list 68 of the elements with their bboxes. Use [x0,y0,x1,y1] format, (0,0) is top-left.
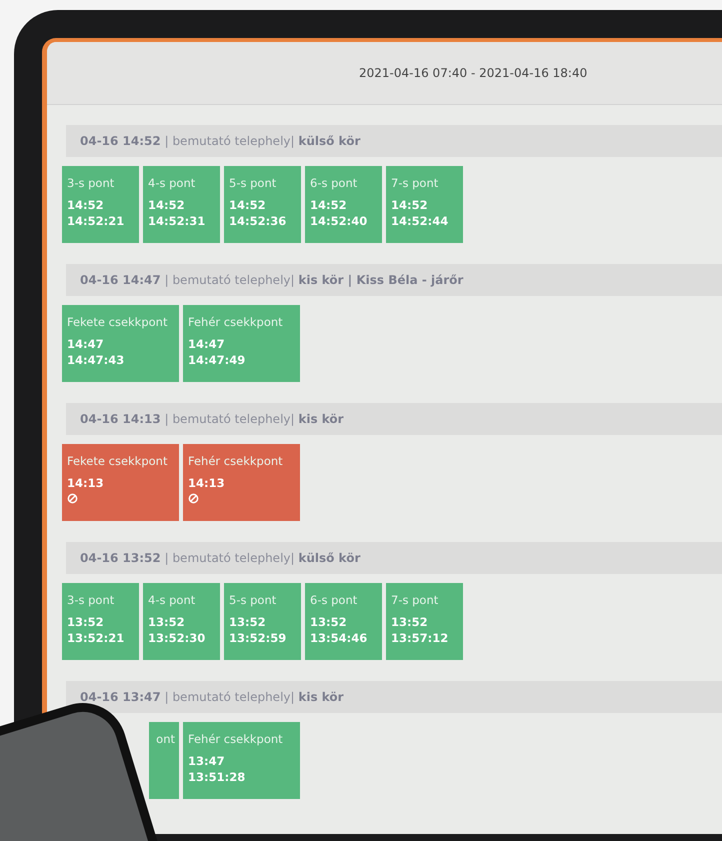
checkpoint-name: 3-s pont [67,593,116,607]
round-title: 04-16 14:47 | bemutató telephely| kis kör | Kiss Béla - járőr [80,273,464,287]
checked-time: 13:57:12 [391,630,450,646]
round-title: 04-16 14:52 | bemutató telephely| külső kör [80,134,360,148]
round-title: 04-16 13:47 | bemutató telephely| kis kör [80,690,344,704]
checkpoint-tile[interactable]: 4-s pont 14:52 14:52:31 [143,166,220,243]
planned-time: 14:52 [148,197,186,213]
checkpoint-name: 5-s pont [229,176,278,190]
checkpoint-name: 4-s pont [148,176,196,190]
prohibited-icon [188,493,199,504]
checkpoint-name: 4-s pont [148,593,196,607]
checkpoint-tile[interactable]: 3-s pont 13:52 13:52:21 [62,583,139,660]
checkpoint-tile[interactable]: 6-s pont 14:52 14:52:40 [305,166,382,243]
checked-time: 14:52:21 [67,213,126,229]
checked-time: 13:52:21 [67,630,126,646]
missed-checkpoint-tile[interactable]: Fekete csekkpont 14:13 [62,444,179,521]
missed-checkpoint-tile[interactable]: Fehér csekkpont 14:13 [183,444,300,521]
checked-time: 13:52:59 [229,630,288,646]
checkpoint-tile[interactable]: 6-s pont 13:52 13:54:46 [305,583,382,660]
planned-time: 13:52 [229,614,267,630]
round-title: 04-16 13:52 | bemutató telephely| külső kör [80,551,360,565]
checkpoint-tile[interactable]: 7-s pont 14:52 14:52:44 [386,166,463,243]
planned-time: 14:13 [67,475,105,491]
checkpoint-name: 6-s pont [310,593,358,607]
planned-time: 14:52 [310,197,348,213]
round-title: 04-16 14:13 | bemutató telephely| kis kör [80,412,344,426]
checkpoint-name: 3-s pont [67,176,116,190]
checked-time: 13:51:28 [188,769,246,785]
checkpoint-tile[interactable]: Fehér csekkpont 13:47 13:51:28 [183,722,300,799]
planned-time: 14:52 [67,197,105,213]
checkpoint-name: 5-s pont [229,593,278,607]
checked-time: 14:47:43 [67,352,126,368]
planned-time: 14:52 [229,197,267,213]
checkpoint-tile[interactable]: 7-s pont 13:52 13:57:12 [386,583,463,660]
checkpoint-name: 7-s pont [391,176,440,190]
checkpoint-name: Fekete csekkpont [67,315,168,329]
checked-time: 14:52:40 [310,213,368,229]
planned-time: 13:52 [391,614,429,630]
planned-time: 13:52 [310,614,348,630]
checkpoint-tile[interactable]: 3-s pont 14:52 14:52:21 [62,166,139,243]
checkpoint-tile[interactable]: 5-s pont 13:52 13:52:59 [224,583,301,660]
planned-time: 13:47 [188,753,226,769]
checkpoint-name: ont [156,732,175,746]
checkpoint-tile[interactable]: ont [149,722,179,799]
planned-time: 14:47 [188,336,226,352]
planned-time: 14:52 [391,197,429,213]
checked-time: 14:47:49 [188,352,246,368]
date-range: 2021-04-16 07:40 - 2021-04-16 18:40 [359,66,588,80]
checkpoint-name: 6-s pont [310,176,358,190]
checked-time: 14:52:36 [229,213,288,229]
checkpoint-tile[interactable]: Fehér csekkpont 14:47 14:47:49 [183,305,300,382]
checked-time: 13:52:30 [148,630,206,646]
prohibited-icon [67,493,78,504]
planned-time: 14:13 [188,475,226,491]
checked-time: 13:54:46 [310,630,368,646]
checkpoint-name: Fehér csekkpont [188,732,284,746]
checkpoint-name: Fehér csekkpont [188,315,284,329]
checkpoint-name: Fekete csekkpont [67,454,168,468]
checkpoint-tile[interactable]: 4-s pont 13:52 13:52:30 [143,583,220,660]
checkpoint-tile[interactable]: Fekete csekkpont 14:47 14:47:43 [62,305,179,382]
checkpoint-name: 7-s pont [391,593,440,607]
planned-time: 13:52 [67,614,105,630]
checkpoint-name: Fehér csekkpont [188,454,284,468]
checked-time: 14:52:31 [148,213,206,229]
checked-time: 14:52:44 [391,213,450,229]
planned-time: 13:52 [148,614,186,630]
planned-time: 14:47 [67,336,105,352]
checkpoint-tile[interactable]: 5-s pont 14:52 14:52:36 [224,166,301,243]
